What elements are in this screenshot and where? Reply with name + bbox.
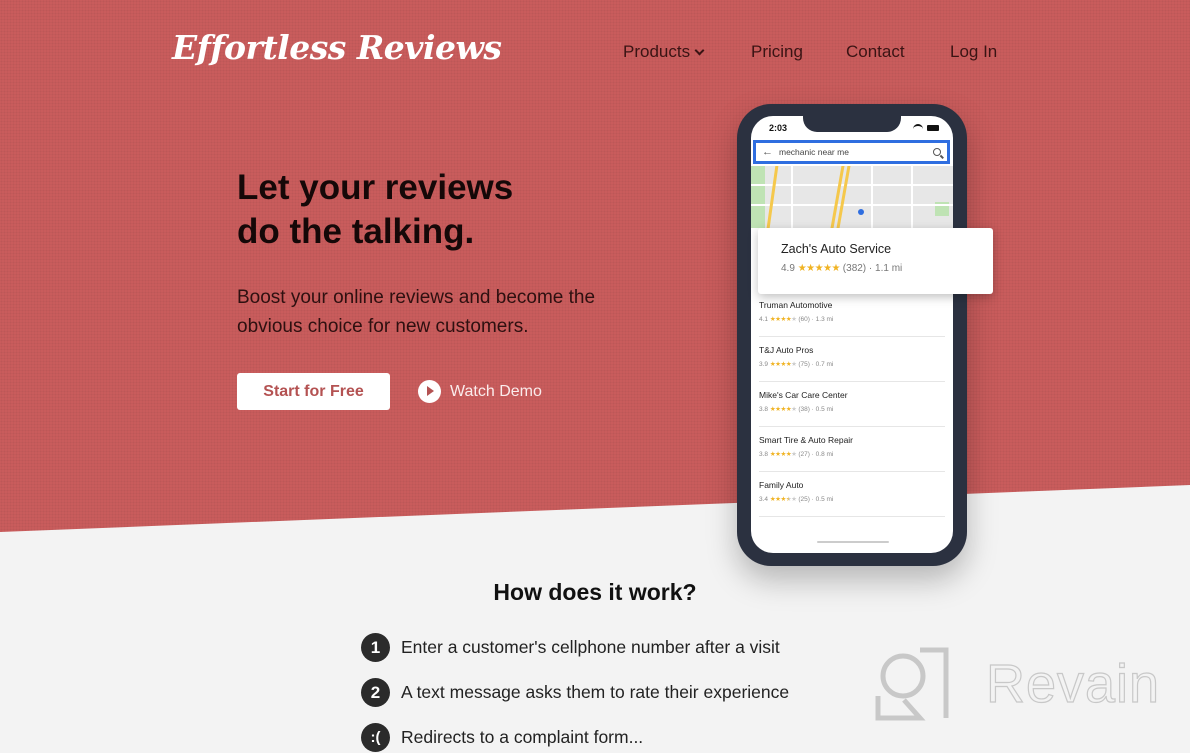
- step-text: Enter a customer's cellphone number afte…: [401, 637, 780, 657]
- result-rating: 3.9 ★★★★★ (75) · 0.7 mi: [759, 361, 834, 368]
- map-highway: [766, 166, 779, 228]
- map-road: [911, 166, 913, 228]
- map-road: [751, 184, 953, 186]
- nav-products[interactable]: Products: [623, 42, 705, 62]
- nav-login[interactable]: Log In: [950, 42, 997, 62]
- wifi-icon: [913, 124, 923, 131]
- headline-line-2: do the talking.: [237, 212, 475, 251]
- map-search-bar: ← mechanic near me: [753, 140, 950, 164]
- headline-line-1: Let your reviews: [237, 168, 514, 207]
- results-list: Truman Automotive 4.1 ★★★★★ (60) · 1.3 mi…: [751, 292, 953, 517]
- result-name: T&J Auto Pros: [759, 345, 814, 355]
- star-rating-icons: ★★★★★: [769, 316, 797, 323]
- hero-headline: Let your reviews do the talking.: [237, 166, 513, 254]
- phone-mockup: 2:03 ← mechanic near me Truman Automotiv…: [737, 104, 967, 566]
- revain-logo-icon: [875, 647, 949, 721]
- phone-screen: 2:03 ← mechanic near me Truman Automotiv…: [751, 116, 953, 553]
- result-list-item[interactable]: Mike's Car Care Center 3.8 ★★★★★ (38) · 0…: [759, 382, 945, 427]
- distance: 0.7 mi: [815, 361, 834, 368]
- phone-notch: [803, 116, 901, 132]
- rating-value: 3.4: [759, 496, 769, 503]
- back-arrow-icon: ←: [762, 146, 773, 158]
- nav-contact[interactable]: Contact: [846, 42, 905, 62]
- watch-demo-label: Watch Demo: [450, 382, 542, 400]
- result-rating: 3.4 ★★★★★ (25) · 0.5 mi: [759, 496, 834, 503]
- status-icons: [913, 124, 939, 131]
- search-query: mechanic near me: [779, 147, 849, 157]
- revain-watermark: Revain: [874, 646, 1160, 722]
- map-view: [751, 166, 953, 228]
- watch-demo-button[interactable]: Watch Demo: [418, 380, 542, 403]
- start-for-free-button[interactable]: Start for Free: [237, 373, 390, 410]
- result-name: Family Auto: [759, 480, 804, 490]
- hero-subtext: Boost your online reviews and become the…: [237, 287, 596, 337]
- watermark-text: Revain: [985, 653, 1161, 714]
- distance: 1.3 mi: [815, 316, 834, 323]
- star-rating-icons: ★★★★★: [797, 263, 841, 274]
- nav-products-label: Products: [623, 42, 691, 61]
- star-rating-icons: ★★★★★: [769, 496, 797, 503]
- step-badge: 2: [361, 678, 390, 707]
- chevron-down-icon: [694, 45, 705, 55]
- rating-value: 3.8: [759, 451, 769, 458]
- featured-result-card[interactable]: Zach's Auto Service 4.9 ★★★★★ (382) · 1.…: [758, 228, 993, 294]
- play-icon: [418, 380, 441, 403]
- result-rating: 3.8 ★★★★★ (38) · 0.5 mi: [759, 406, 834, 413]
- location-pin-icon: [858, 209, 864, 215]
- battery-icon: [927, 124, 939, 131]
- rating-value: 4.1: [759, 316, 769, 323]
- distance: 1.1 mi: [875, 263, 903, 274]
- map-road: [871, 166, 873, 228]
- result-rating: 4.1 ★★★★★ (60) · 1.3 mi: [759, 316, 834, 323]
- review-count: (60): [798, 316, 810, 323]
- step-text: Redirects to a complaint form...: [401, 727, 644, 747]
- distance: 0.5 mi: [815, 496, 834, 503]
- result-list-item[interactable]: Family Auto 3.4 ★★★★★ (25) · 0.5 mi: [759, 472, 945, 517]
- result-rating: 3.8 ★★★★★ (27) · 0.8 mi: [759, 451, 834, 458]
- featured-name: Zach's Auto Service: [781, 242, 892, 256]
- result-list-item[interactable]: T&J Auto Pros 3.9 ★★★★★ (75) · 0.7 mi: [759, 337, 945, 382]
- review-count: (75): [798, 361, 810, 368]
- map-park: [751, 166, 765, 228]
- review-count: (382): [842, 263, 867, 274]
- how-it-works-title: How does it work?: [493, 579, 697, 605]
- result-list-item[interactable]: Smart Tire & Auto Repair 3.8 ★★★★★ (27) ·…: [759, 427, 945, 472]
- result-name: Mike's Car Care Center: [759, 390, 848, 400]
- step-1: 1 Enter a customer's cellphone number af…: [361, 633, 780, 662]
- step-badge: :(: [361, 723, 390, 752]
- step-text: A text message asks them to rate their e…: [401, 682, 790, 702]
- star-rating-icons: ★★★★★: [769, 361, 797, 368]
- status-time: 2:03: [769, 123, 788, 133]
- result-name: Smart Tire & Auto Repair: [759, 435, 854, 445]
- step-badge: 1: [361, 633, 390, 662]
- star-rating-icons: ★★★★★: [769, 451, 797, 458]
- map-road: [791, 166, 793, 228]
- distance: 0.8 mi: [815, 451, 834, 458]
- home-indicator: [817, 541, 889, 543]
- search-icon: [933, 148, 941, 156]
- rating-value: 4.9: [781, 263, 795, 274]
- result-list-item[interactable]: Truman Automotive 4.1 ★★★★★ (60) · 1.3 mi: [759, 292, 945, 337]
- review-count: (38): [798, 406, 810, 413]
- rating-value: 3.9: [759, 361, 769, 368]
- rating-value: 3.8: [759, 406, 769, 413]
- review-count: (27): [798, 451, 810, 458]
- featured-rating: 4.9 ★★★★★ (382) · 1.1 mi: [781, 263, 903, 274]
- brand-logo[interactable]: Effortless Reviews: [172, 28, 502, 67]
- distance: 0.5 mi: [815, 406, 834, 413]
- result-name: Truman Automotive: [759, 300, 833, 310]
- step-3: :( Redirects to a complaint form...: [361, 723, 643, 752]
- review-count: (25): [798, 496, 810, 503]
- step-2: 2 A text message asks them to rate their…: [361, 678, 789, 707]
- nav-pricing[interactable]: Pricing: [751, 42, 803, 62]
- star-rating-icons: ★★★★★: [769, 406, 797, 413]
- map-road: [751, 204, 953, 206]
